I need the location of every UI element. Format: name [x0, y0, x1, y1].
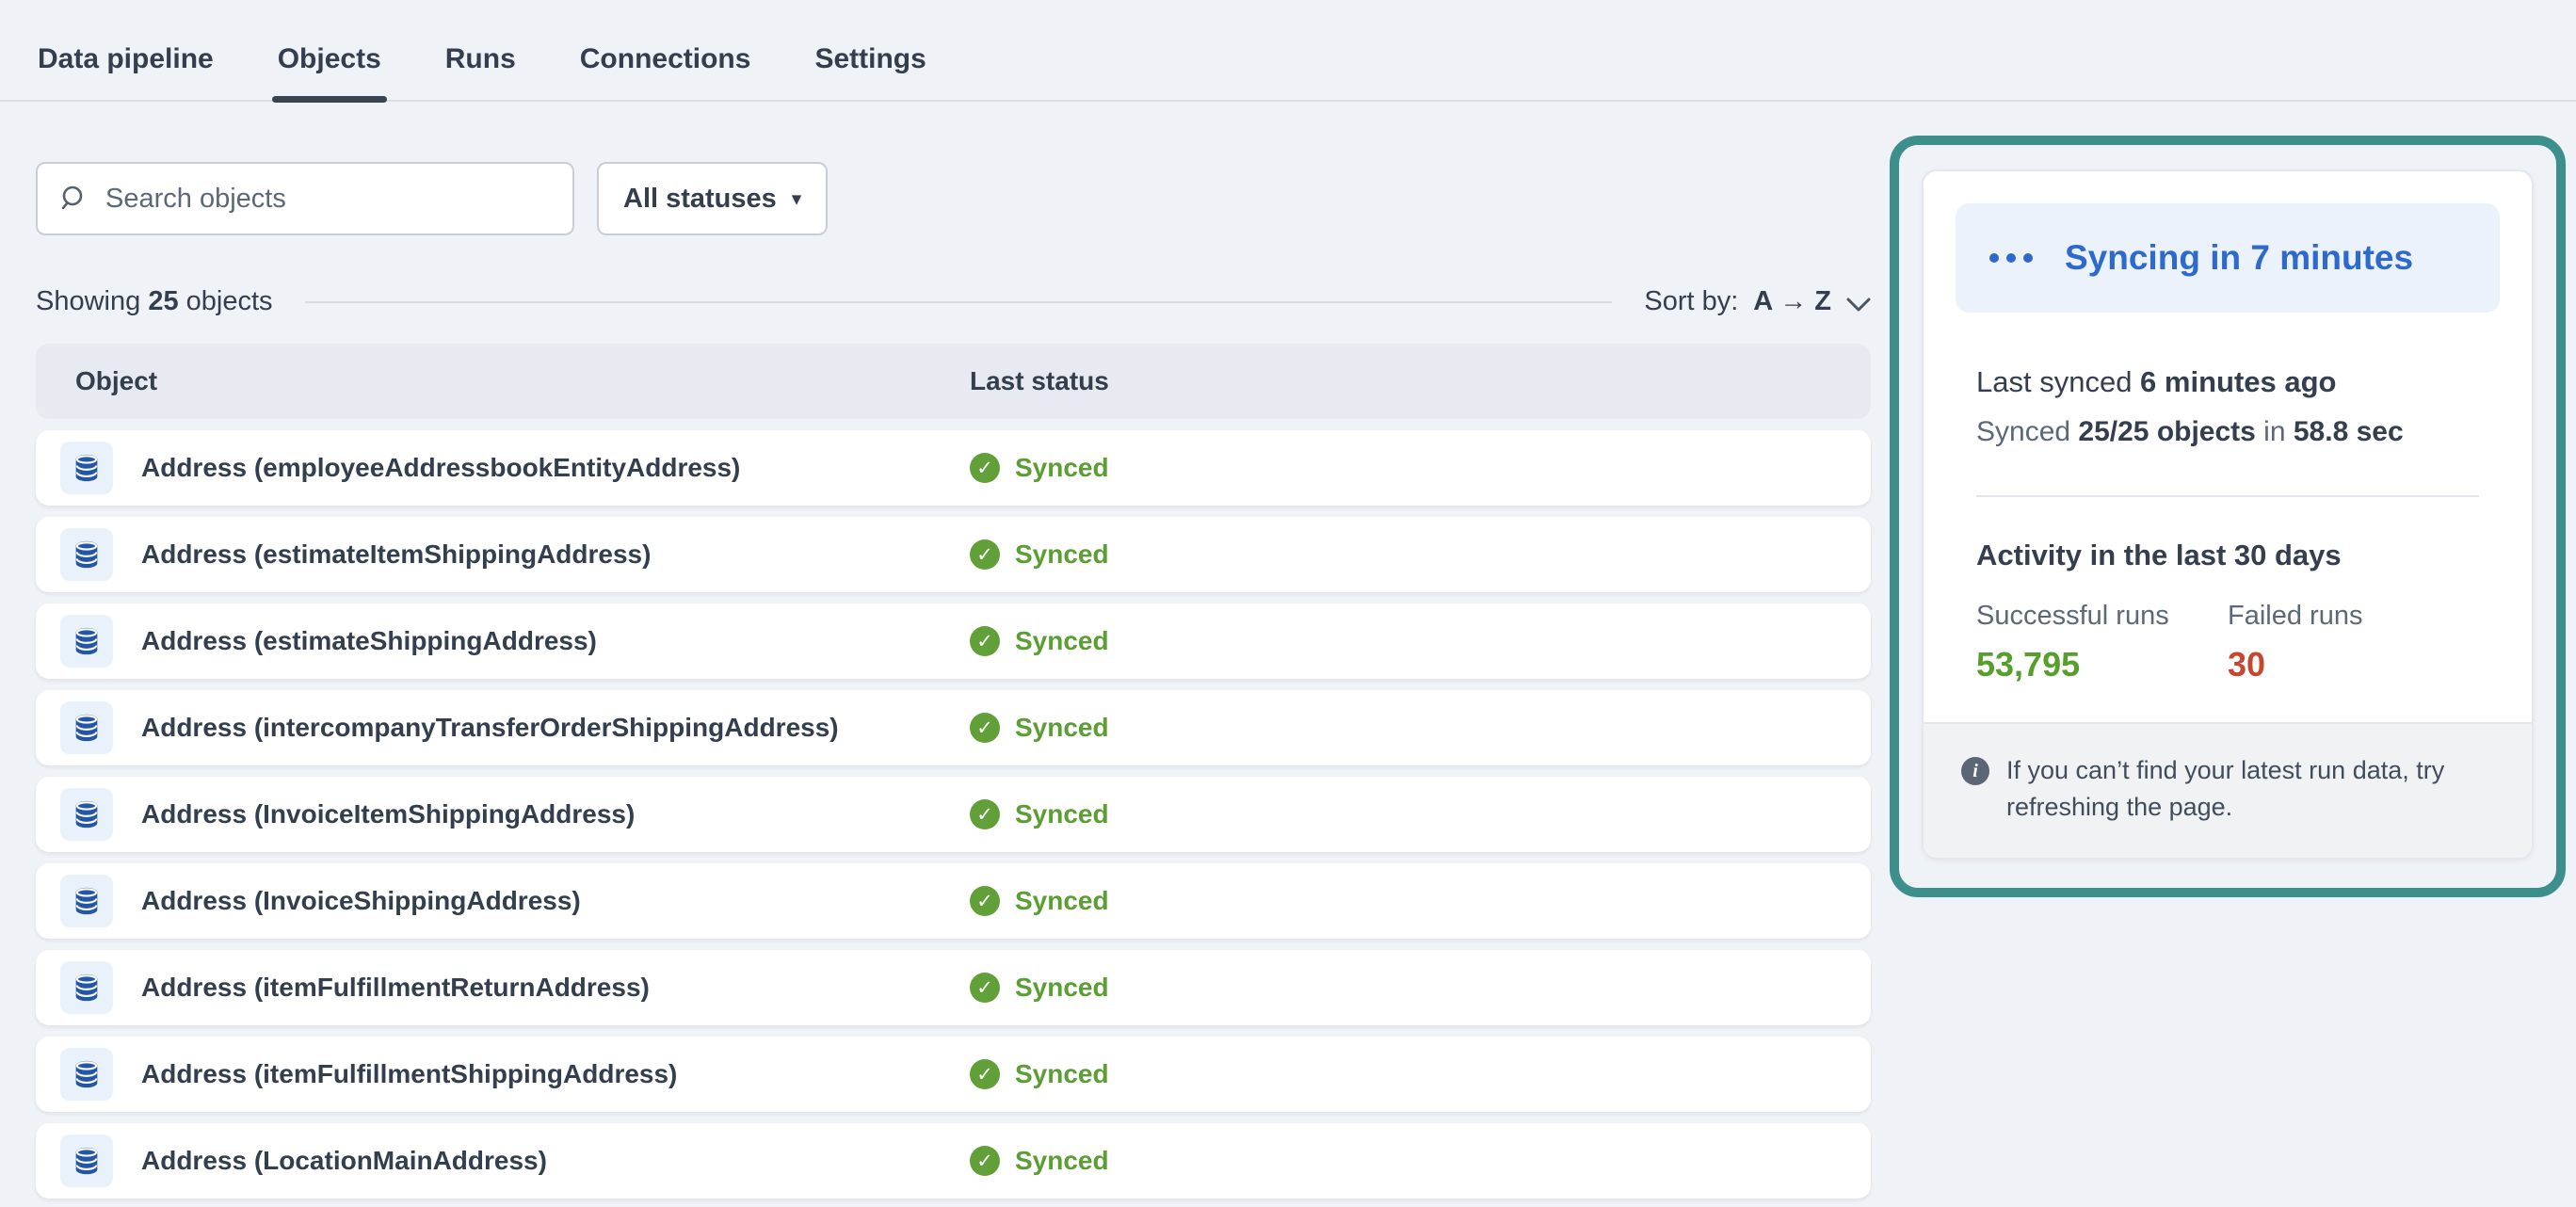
- info-icon: i: [1961, 757, 1989, 785]
- object-list: Address (employeeAddressbookEntityAddres…: [36, 430, 1871, 1199]
- table-row[interactable]: Address (itemFulfillmentShippingAddress)…: [36, 1037, 1871, 1112]
- search-icon: [58, 184, 89, 214]
- table-row[interactable]: Address (estimateItemShippingAddress) ✓ …: [36, 517, 1871, 592]
- database-icon: [60, 615, 113, 668]
- status-label: Synced: [1015, 1059, 1109, 1089]
- check-circle-icon: ✓: [970, 626, 1000, 656]
- last-synced-text: Last synced 6 minutes ago: [1976, 365, 2479, 399]
- sync-status-card: Syncing in 7 minutes Last synced 6 minut…: [1922, 169, 2534, 860]
- sync-duration: 58.8 sec: [2294, 416, 2404, 447]
- sync-summary-text: Synced 25/25 objects in 58.8 sec: [1976, 416, 2479, 448]
- table-row[interactable]: Address (itemFulfillmentReturnAddress) ✓…: [36, 950, 1871, 1025]
- table-row[interactable]: Address (intercompanyTransferOrderShippi…: [36, 690, 1871, 765]
- object-name: Address (itemFulfillmentReturnAddress): [141, 973, 650, 1003]
- status-label: Synced: [1015, 626, 1109, 656]
- check-circle-icon: ✓: [970, 973, 1000, 1003]
- table-row[interactable]: Address (LocationMainAddress) ✓ Synced: [36, 1123, 1871, 1199]
- check-circle-icon: ✓: [970, 539, 1000, 570]
- object-name: Address (LocationMainAddress): [141, 1146, 547, 1176]
- ellipsis-icon: [1988, 251, 2040, 265]
- successful-runs-label: Successful runs: [1976, 601, 2228, 632]
- panel-divider: [1976, 495, 2479, 497]
- sort-dropdown[interactable]: Sort by: A → Z: [1644, 286, 1871, 317]
- status-filter-label: All statuses: [623, 184, 777, 215]
- column-header-last-status: Last status: [970, 366, 1109, 396]
- tab-objects[interactable]: Objects: [276, 0, 383, 100]
- status-label: Synced: [1015, 973, 1109, 1003]
- activity-heading: Activity in the last 30 days: [1976, 539, 2479, 572]
- tab-connections[interactable]: Connections: [578, 0, 753, 100]
- sort-label: Sort by:: [1644, 286, 1738, 317]
- failed-runs-value: 30: [2228, 645, 2479, 684]
- check-circle-icon: ✓: [970, 886, 1000, 916]
- table-row[interactable]: Address (estimateShippingAddress) ✓ Sync…: [36, 604, 1871, 679]
- status-filter-dropdown[interactable]: All statuses ▾: [597, 162, 828, 235]
- table-row[interactable]: Address (InvoiceShippingAddress) ✓ Synce…: [36, 863, 1871, 939]
- object-name: Address (InvoiceItemShippingAddress): [141, 799, 635, 829]
- successful-runs-value: 53,795: [1976, 645, 2228, 684]
- tab-bar: Data pipeline Objects Runs Connections S…: [0, 0, 2576, 102]
- status-label: Synced: [1015, 713, 1109, 743]
- failed-runs-label: Failed runs: [2228, 601, 2479, 632]
- object-name: Address (intercompanyTransferOrderShippi…: [141, 713, 839, 743]
- database-icon: [60, 701, 113, 754]
- object-name: Address (estimateItemShippingAddress): [141, 539, 651, 570]
- status-cell: ✓ Synced: [970, 626, 1109, 656]
- database-icon: [60, 1048, 113, 1101]
- table-row[interactable]: Address (InvoiceItemShippingAddress) ✓ S…: [36, 777, 1871, 852]
- sync-status-annotation-highlight: Syncing in 7 minutes Last synced 6 minut…: [1890, 136, 2566, 897]
- check-circle-icon: ✓: [970, 453, 1000, 483]
- column-header-object: Object: [75, 366, 970, 396]
- tab-settings[interactable]: Settings: [813, 0, 927, 100]
- status-cell: ✓ Synced: [970, 799, 1109, 829]
- status-cell: ✓ Synced: [970, 539, 1109, 570]
- check-circle-icon: ✓: [970, 1059, 1000, 1089]
- caret-down-icon: ▾: [792, 189, 802, 209]
- object-name: Address (employeeAddressbookEntityAddres…: [141, 453, 740, 483]
- refresh-hint-note: i If you can’t find your latest run data…: [1924, 722, 2532, 858]
- object-name: Address (estimateShippingAddress): [141, 626, 597, 656]
- failed-runs-stat: Failed runs 30: [2228, 601, 2479, 684]
- check-circle-icon: ✓: [970, 1146, 1000, 1176]
- status-cell: ✓ Synced: [970, 1059, 1109, 1089]
- check-circle-icon: ✓: [970, 799, 1000, 829]
- syncing-countdown-title: Syncing in 7 minutes: [2065, 238, 2413, 278]
- status-label: Synced: [1015, 453, 1109, 483]
- status-cell: ✓ Synced: [970, 713, 1109, 743]
- status-label: Synced: [1015, 799, 1109, 829]
- table-row[interactable]: Address (employeeAddressbookEntityAddres…: [36, 430, 1871, 506]
- synced-objects-count: 25/25 objects: [2078, 416, 2255, 447]
- status-cell: ✓ Synced: [970, 1146, 1109, 1176]
- database-icon: [60, 788, 113, 841]
- tab-runs[interactable]: Runs: [443, 0, 518, 100]
- status-cell: ✓ Synced: [970, 886, 1109, 916]
- status-cell: ✓ Synced: [970, 973, 1109, 1003]
- meta-divider-line: [305, 301, 1613, 303]
- sort-value: A → Z: [1753, 286, 1831, 317]
- database-icon: [60, 1135, 113, 1187]
- refresh-hint-text: If you can’t find your latest run data, …: [2006, 752, 2494, 826]
- last-synced-value: 6 minutes ago: [2140, 365, 2336, 398]
- showing-count-text: Showing 25 objects: [36, 286, 273, 317]
- successful-runs-stat: Successful runs 53,795: [1976, 601, 2228, 684]
- status-label: Synced: [1015, 886, 1109, 916]
- status-label: Synced: [1015, 1146, 1109, 1176]
- chevron-down-icon: [1846, 298, 1871, 313]
- database-icon: [60, 442, 113, 494]
- object-name: Address (itemFulfillmentShippingAddress): [141, 1059, 677, 1089]
- table-header: Object Last status: [36, 344, 1871, 419]
- status-label: Synced: [1015, 539, 1109, 570]
- tab-data-pipeline[interactable]: Data pipeline: [36, 0, 216, 100]
- syncing-banner: Syncing in 7 minutes: [1956, 203, 2500, 313]
- search-input[interactable]: [105, 184, 552, 215]
- database-icon: [60, 528, 113, 581]
- object-count: 25: [148, 286, 178, 316]
- database-icon: [60, 961, 113, 1014]
- check-circle-icon: ✓: [970, 713, 1000, 743]
- search-box[interactable]: [36, 162, 574, 235]
- object-name: Address (InvoiceShippingAddress): [141, 886, 581, 916]
- database-icon: [60, 875, 113, 927]
- objects-main: All statuses ▾ Showing 25 objects Sort b…: [36, 102, 1871, 1199]
- status-cell: ✓ Synced: [970, 453, 1109, 483]
